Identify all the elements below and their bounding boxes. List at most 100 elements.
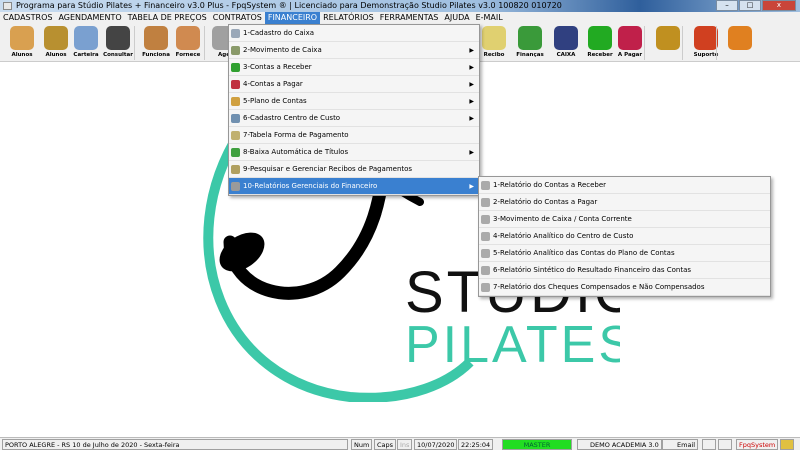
menu-item-icon — [231, 63, 240, 72]
toolbar-separator — [644, 26, 645, 60]
status-location: PORTO ALEGRE - RS 10 de Julho de 2020 - … — [2, 439, 348, 450]
status-ins: Ins — [397, 439, 413, 450]
status-bar: PORTO ALEGRE - RS 10 de Julho de 2020 - … — [0, 437, 800, 450]
carteira-icon — [74, 26, 98, 50]
menu-item-1[interactable]: 1-Cadastro do Caixa — [229, 25, 479, 42]
menu-item-3[interactable]: 3-Contas a Receber ▶ — [229, 59, 479, 76]
toolbar-label: Carteira — [73, 52, 99, 58]
toolbar-label: Alunos — [45, 52, 67, 58]
menu-cadastros[interactable]: CADASTROS — [0, 12, 55, 24]
menu-item-label: 9-Pesquisar e Gerenciar Recibos de Pagam… — [243, 165, 413, 173]
menu-financeiro[interactable]: FINANCEIRO — [264, 12, 321, 24]
menu-e-mail[interactable]: E-MAIL — [473, 12, 506, 24]
toolbar-button-fornece[interactable]: Fornece — [172, 26, 204, 58]
menu-ajuda[interactable]: AJUDA — [441, 12, 472, 24]
close-button[interactable]: x — [762, 0, 796, 11]
a-pagar-icon — [618, 26, 642, 50]
toolbar-label: Alunos — [11, 52, 33, 58]
submenu-item-5[interactable]: 5-Relatório Analítico das Contas do Plan… — [479, 245, 770, 262]
menu-item-5[interactable]: 5-Plano de Contas ▶ — [229, 93, 479, 110]
toolbar-label: A Pagar — [617, 52, 643, 58]
menu-item-4[interactable]: 4-Contas a Pagar ▶ — [229, 76, 479, 93]
submenu-item-4[interactable]: 4-Relatório Analítico do Centro de Custo — [479, 228, 770, 245]
tool-icon — [656, 26, 680, 50]
submenu-item-3[interactable]: 3-Movimento de Caixa / Conta Corrente — [479, 211, 770, 228]
toolbar-label: Funciona — [142, 52, 170, 58]
toolbar-separator — [682, 26, 683, 60]
submenu-item-6[interactable]: 6-Relatório Sintético do Resultado Finan… — [479, 262, 770, 279]
chevron-right-icon: ▶ — [469, 98, 474, 105]
print-icon[interactable] — [702, 439, 716, 450]
funciona-icon — [144, 26, 168, 50]
menu-ferramentas[interactable]: FERRAMENTAS — [377, 12, 442, 24]
menu-item-7[interactable]: 7-Tabela Forma de Pagamento — [229, 127, 479, 144]
minimize-button[interactable]: – — [716, 0, 738, 11]
chevron-right-icon: ▶ — [469, 149, 474, 156]
chevron-right-icon: ▶ — [469, 115, 474, 122]
caixa-icon — [554, 26, 578, 50]
toolbar-button-finan-as[interactable]: Finanças — [514, 26, 546, 58]
submenu-item-2[interactable]: 2-Relatório do Contas a Pagar — [479, 194, 770, 211]
menu-contratos[interactable]: CONTRATOS — [210, 12, 265, 24]
status-company: DEMO ACADEMIA 3.0 — [577, 439, 662, 450]
submenu-item-label: 3-Movimento de Caixa / Conta Corrente — [493, 215, 632, 223]
menu-item-icon — [231, 80, 240, 89]
menu-item-2[interactable]: 2-Movimento de Caixa ▶ — [229, 42, 479, 59]
toolbar-button-suporte[interactable]: Suporte — [690, 26, 722, 58]
menu-agendamento[interactable]: AGENDAMENTO — [55, 12, 124, 24]
menu-item-icon — [231, 165, 240, 174]
toolbar-button-alunos[interactable]: Alunos — [40, 26, 72, 58]
report-icon — [481, 266, 490, 275]
menu-item-10[interactable]: 10-Relatórios Gerenciais do Financeiro ▶ — [229, 178, 479, 195]
report-icon — [481, 198, 490, 207]
status-brand: FpqSystem — [736, 439, 779, 450]
alunos-icon — [10, 26, 34, 50]
chevron-right-icon: ▶ — [469, 81, 474, 88]
toolbar-button-item[interactable] — [652, 26, 684, 52]
toolbar-label: Receber — [587, 52, 613, 58]
toolbar-label: Recibo — [483, 52, 505, 58]
title-bar: Programa para Stúdio Pilates + Financeir… — [0, 0, 800, 12]
toolbar-button-receber[interactable]: Receber — [584, 26, 616, 58]
folder-icon — [780, 439, 794, 450]
status-email[interactable]: Email — [662, 439, 699, 450]
report-icon — [481, 249, 490, 258]
report-icon — [481, 232, 490, 241]
toolbar-label: Fornece — [175, 52, 201, 58]
toolbar-button-alunos[interactable]: Alunos — [6, 26, 38, 58]
menu-item-label: 10-Relatórios Gerenciais do Financeiro — [243, 182, 378, 190]
toolbar-button-item[interactable] — [724, 26, 756, 52]
menu-tabela-de-pre-os[interactable]: TABELA DE PREÇOS — [125, 12, 210, 24]
toolbar-button-carteira[interactable]: Carteira — [70, 26, 102, 58]
submenu-item-label: 6-Relatório Sintético do Resultado Finan… — [493, 266, 692, 274]
menu-relat-rios[interactable]: RELATÓRIOS — [320, 12, 377, 24]
menu-item-label: 2-Movimento de Caixa — [243, 46, 322, 54]
menu-item-icon — [231, 46, 240, 55]
menu-item-label: 1-Cadastro do Caixa — [243, 29, 315, 37]
menu-item-8[interactable]: 8-Baixa Automática de Títulos ▶ — [229, 144, 479, 161]
window-title: Programa para Stúdio Pilates + Financeir… — [16, 1, 562, 10]
status-time: 22:25:04 — [458, 439, 494, 450]
toolbar-button-a-pagar[interactable]: A Pagar — [614, 26, 646, 58]
toolbar-button-funciona[interactable]: Funciona — [140, 26, 172, 58]
maximize-button[interactable]: □ — [739, 0, 761, 11]
submenu-item-7[interactable]: 7-Relatório dos Cheques Compensados e Nã… — [479, 279, 770, 296]
menu-item-label: 4-Contas a Pagar — [243, 80, 303, 88]
calculator-icon[interactable] — [718, 439, 732, 450]
toolbar-button-caixa[interactable]: CAIXA — [550, 26, 582, 58]
menu-item-icon — [231, 114, 240, 123]
menu-item-label: 3-Contas a Receber — [243, 63, 312, 71]
toolbar-button-recibo[interactable]: Recibo — [478, 26, 510, 58]
submenu-item-1[interactable]: 1-Relatório do Contas a Receber — [479, 177, 770, 194]
chevron-right-icon: ▶ — [469, 47, 474, 54]
submenu-item-label: 1-Relatório do Contas a Receber — [493, 181, 607, 189]
toolbar-button-consultar[interactable]: Consultar — [102, 26, 134, 58]
receber-icon — [588, 26, 612, 50]
relatorios-submenu: 1-Relatório do Contas a Receber 2-Relatór… — [478, 176, 771, 297]
menu-item-6[interactable]: 6-Cadastro Centro de Custo ▶ — [229, 110, 479, 127]
toolbar-label: Suporte — [693, 52, 719, 58]
suporte-icon — [694, 26, 718, 50]
logo-pilates: PILATES — [405, 316, 620, 374]
report-icon — [481, 283, 490, 292]
menu-item-9[interactable]: 9-Pesquisar e Gerenciar Recibos de Pagam… — [229, 161, 479, 178]
